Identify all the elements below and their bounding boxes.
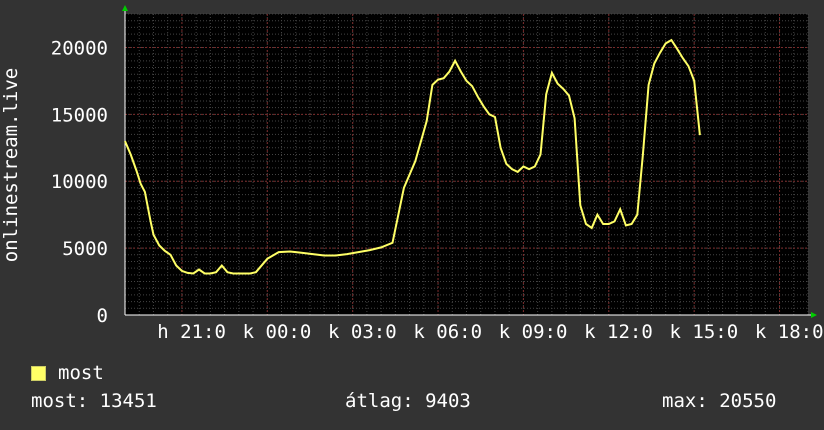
y-axis-arrow	[122, 5, 128, 11]
chart-svg: 0 5000 10000 15000 20000 h 21:0 k 00:0 k 03:0 k…	[0, 5, 824, 343]
x-tick-label: k 00:0	[243, 321, 312, 343]
stat-average-label: átlag:	[345, 390, 414, 412]
y-axis-label: onlinestream.live	[0, 68, 22, 262]
stat-max: max: 20550	[662, 390, 776, 412]
x-tick-label: k 06:0	[413, 321, 482, 343]
legend-label-most: most	[58, 362, 104, 384]
x-axis-arrow	[811, 312, 817, 318]
x-tick-label: k 15:0	[670, 321, 739, 343]
y-tick-labels: 0 5000 10000 15000 20000	[51, 37, 108, 327]
x-tick-label: k 18:0	[755, 321, 824, 343]
stat-average: átlag: 9403	[345, 390, 471, 412]
y-tick-label: 10000	[51, 171, 108, 193]
y-tick-label: 20000	[51, 37, 108, 59]
stat-max-value: 20550	[719, 390, 777, 412]
stat-max-label: max:	[662, 390, 708, 412]
stat-average-value: 9403	[425, 390, 471, 412]
y-tick-label: 15000	[51, 104, 108, 126]
x-tick-label: h 21:0	[157, 321, 226, 343]
grid	[124, 13, 809, 316]
x-tick-labels: h 21:0 k 00:0 k 03:0 k 06:0 k 09:0 k 12:0 k 15…	[157, 321, 823, 343]
stat-now-label: most:	[31, 390, 89, 412]
y-tick-label: 5000	[62, 238, 108, 260]
legend-swatch-most	[31, 365, 46, 381]
stat-now-value: 13451	[99, 390, 157, 412]
x-tick-label: k 03:0	[328, 321, 397, 343]
x-tick-label: k 09:0	[499, 321, 568, 343]
y-tick-label: 0	[97, 305, 108, 327]
x-tick-label: k 12:0	[584, 321, 653, 343]
stat-now: most: 13451	[31, 390, 157, 412]
legend: most	[31, 362, 104, 384]
